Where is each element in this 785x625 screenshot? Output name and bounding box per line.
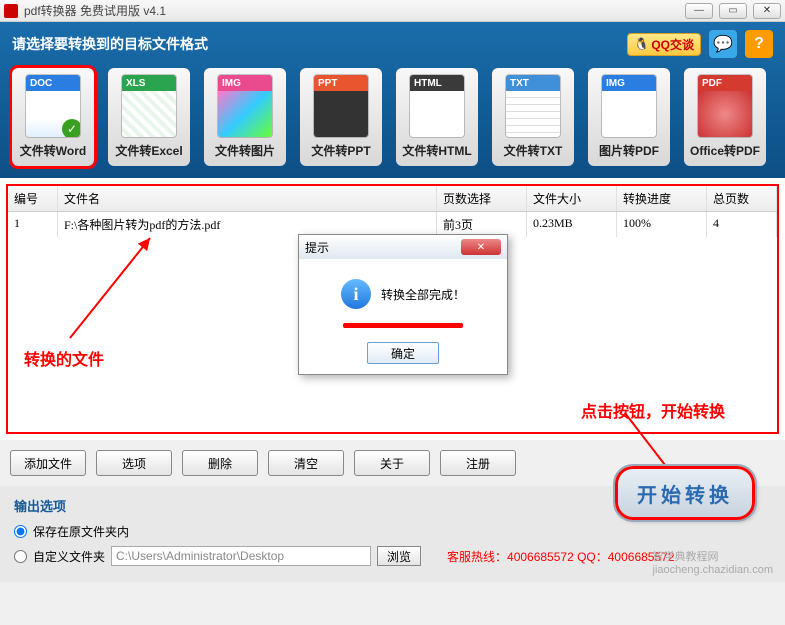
doc-icon: DOC✓ <box>25 74 81 138</box>
ppt-icon: PPT <box>313 74 369 138</box>
qq-chat-button[interactable]: 🐧QQ交谈 <box>627 33 701 56</box>
format-label: 文件转TXT <box>504 142 563 159</box>
watermark: 智学典教程网 jiaocheng.chazidian.com <box>653 548 773 576</box>
col-size: 文件大小 <box>527 186 617 211</box>
label-same-folder: 保存在原文件夹内 <box>33 523 129 540</box>
start-convert-button[interactable]: 开始转换 <box>615 466 755 520</box>
col-num: 编号 <box>8 186 58 211</box>
dialog-title: 提示 <box>305 239 329 256</box>
top-panel: 请选择要转换到的目标文件格式 🐧QQ交谈 💬 ? DOC✓ 文件转Word XLS 文… <box>0 22 785 178</box>
imgpdf-icon: IMG <box>601 74 657 138</box>
annotation-underline <box>343 323 463 328</box>
format-label: 文件转PPT <box>311 142 370 159</box>
app-icon <box>4 4 18 18</box>
txt-icon: TXT <box>505 74 561 138</box>
format-tile-txt[interactable]: TXT 文件转TXT <box>492 68 574 166</box>
format-prompt: 请选择要转换到的目标文件格式 <box>12 34 208 54</box>
format-tile-img[interactable]: IMG 文件转图片 <box>204 68 286 166</box>
close-button[interactable]: ✕ <box>753 3 781 19</box>
format-label: 文件转HTML <box>402 142 471 159</box>
help-icon[interactable]: ? <box>745 30 773 58</box>
format-tile-imgpdf[interactable]: IMG 图片转PDF <box>588 68 670 166</box>
maximize-button[interactable]: ▭ <box>719 3 747 19</box>
table-header: 编号 文件名 页数选择 文件大小 转换进度 总页数 <box>8 186 777 212</box>
format-label: Office转PDF <box>690 142 760 159</box>
radio-custom-folder[interactable] <box>14 550 27 563</box>
arrow-1 <box>60 228 180 348</box>
radio-same-folder[interactable] <box>14 525 27 538</box>
delete-button[interactable]: 删除 <box>182 450 258 476</box>
format-label: 文件转Word <box>20 142 86 159</box>
hotline-text: 客服热线：4006685572 QQ：4006685572 <box>447 548 674 565</box>
col-pages: 页数选择 <box>437 186 527 211</box>
minimize-button[interactable]: — <box>685 3 713 19</box>
format-tile-html[interactable]: HTML 文件转HTML <box>396 68 478 166</box>
chat-icon[interactable]: 💬 <box>709 30 737 58</box>
xls-icon: XLS <box>121 74 177 138</box>
label-custom-folder: 自定义文件夹 <box>33 548 105 565</box>
img-icon: IMG <box>217 74 273 138</box>
pdf-icon: PDF <box>697 74 753 138</box>
clear-button[interactable]: 清空 <box>268 450 344 476</box>
format-tiles: DOC✓ 文件转Word XLS 文件转Excel IMG 文件转图片 PPT 文件转PPT H… <box>12 68 773 166</box>
col-name: 文件名 <box>58 186 437 211</box>
add-file-button[interactable]: 添加文件 <box>10 450 86 476</box>
format-label: 图片转PDF <box>599 142 659 159</box>
info-icon: i <box>341 279 371 309</box>
col-progress: 转换进度 <box>617 186 707 211</box>
window-title: pdf转换器 免费试用版 v4.1 <box>24 2 166 19</box>
format-tile-pdf[interactable]: PDF Office转PDF <box>684 68 766 166</box>
dialog-message: 转换全部完成！ <box>381 286 465 303</box>
format-label: 文件转Excel <box>115 142 182 159</box>
format-tile-xls[interactable]: XLS 文件转Excel <box>108 68 190 166</box>
window-controls: — ▭ ✕ <box>685 3 781 19</box>
dialog-close-button[interactable]: ✕ <box>461 239 501 255</box>
path-input[interactable] <box>111 546 371 566</box>
main-area: 编号 文件名 页数选择 文件大小 转换进度 总页数 1F:\各种图片转为pdf的… <box>0 178 785 440</box>
title-bar: pdf转换器 免费试用版 v4.1 — ▭ ✕ <box>0 0 785 22</box>
output-panel: 输出选项 保存在原文件夹内 自定义文件夹 浏览 客服热线：4006685572 … <box>0 486 785 582</box>
col-total: 总页数 <box>707 186 777 211</box>
options-button[interactable]: 选项 <box>96 450 172 476</box>
dialog-ok-button[interactable]: 确定 <box>367 342 439 364</box>
register-button[interactable]: 注册 <box>440 450 516 476</box>
html-icon: HTML <box>409 74 465 138</box>
annotation-file: 转换的文件 <box>24 346 104 370</box>
browse-button[interactable]: 浏览 <box>377 546 421 566</box>
format-tile-doc[interactable]: DOC✓ 文件转Word <box>12 68 94 166</box>
dialog-titlebar: 提示 ✕ <box>299 235 507 259</box>
format-tile-ppt[interactable]: PPT 文件转PPT <box>300 68 382 166</box>
about-button[interactable]: 关于 <box>354 450 430 476</box>
format-label: 文件转图片 <box>215 142 275 159</box>
message-dialog: 提示 ✕ i 转换全部完成！ 确定 <box>298 234 508 375</box>
